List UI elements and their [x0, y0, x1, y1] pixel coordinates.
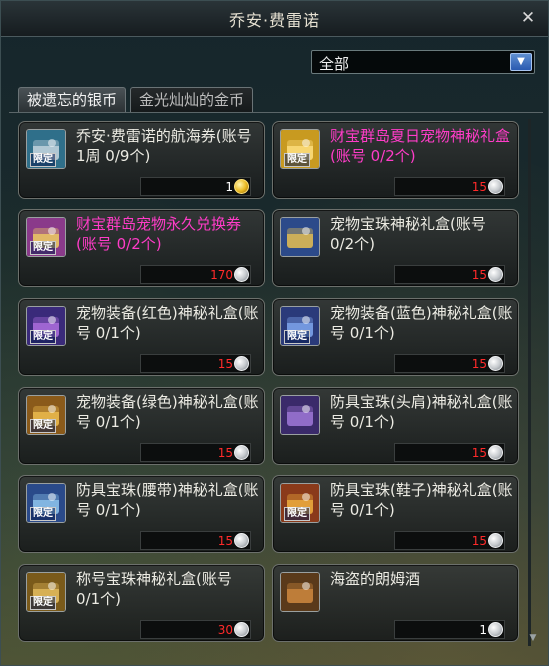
price-box: 15 — [140, 531, 251, 550]
price-value: 15 — [471, 357, 487, 371]
item-name: 财宝群岛宠物永久兑换券(账号 0/2个) — [76, 215, 242, 253]
shop-item-card[interactable]: 海盗的朗姆酒 1 — [272, 564, 519, 642]
scrollbar-track — [528, 119, 531, 646]
price-value: 15 — [217, 534, 233, 548]
tab-divider — [9, 112, 543, 113]
item-name: 财宝群岛夏日宠物神秘礼盒(账号 0/2个) — [330, 127, 511, 165]
item-name: 宠物装备(红色)神秘礼盒(账号 0/1个) — [76, 304, 259, 342]
price-value: 1 — [479, 623, 487, 637]
shop-item-card[interactable]: 限定 乔安·费雷诺的航海券(账号1周 0/9个) 1 — [18, 121, 265, 199]
mystery-box-icon — [280, 395, 320, 435]
scroll-box-icon: 限定 — [26, 572, 66, 612]
item-name: 海盗的朗姆酒 — [330, 570, 421, 588]
filter-value: 全部 — [319, 55, 350, 73]
price-box: 15 — [394, 443, 505, 462]
mystery-box-icon: 限定 — [280, 306, 320, 346]
price-value: 15 — [217, 446, 233, 460]
shop-item-card[interactable]: 限定 称号宝珠神秘礼盒(账号 0/1个) 30 — [18, 564, 265, 642]
window-title: 乔安·费雷诺 — [228, 10, 321, 30]
gift-box-icon: 限定 — [280, 129, 320, 169]
limited-badge: 限定 — [30, 596, 56, 610]
item-name: 宠物装备(绿色)神秘礼盒(账号 0/1个) — [76, 393, 259, 431]
price-box: 170 — [140, 265, 251, 284]
scroll-down-icon[interactable]: ▼ — [527, 632, 539, 644]
silver-coin-icon — [488, 179, 503, 194]
price-box: 1 — [394, 620, 505, 639]
coupon-icon: 限定 — [26, 217, 66, 257]
shop-item-card[interactable]: 限定 防具宝珠(腰带)神秘礼盒(账号 0/1个) 15 — [18, 475, 265, 553]
currency-tabs: 被遗忘的银币 金光灿灿的金币 — [18, 87, 257, 113]
price-value: 1 — [225, 180, 233, 194]
limited-badge: 限定 — [30, 330, 56, 344]
limited-badge: 限定 — [284, 330, 310, 344]
limited-badge: 限定 — [30, 153, 56, 167]
price-value: 15 — [471, 268, 487, 282]
rum-barrel-icon — [280, 572, 320, 612]
silver-coin-icon — [234, 533, 249, 548]
limited-badge: 限定 — [30, 241, 56, 255]
price-value: 30 — [217, 623, 233, 637]
item-name: 称号宝珠神秘礼盒(账号 0/1个) — [76, 570, 232, 608]
silver-coin-icon — [488, 622, 503, 637]
silver-coin-icon — [488, 267, 503, 282]
item-art — [281, 573, 319, 611]
shop-window: 乔安·费雷诺 ✕ 全部 ▼ 被遗忘的银币 金光灿灿的金币 限定 乔安·费雷诺的航海… — [0, 0, 549, 666]
silver-coin-icon — [488, 533, 503, 548]
treasure-chest-icon: 限定 — [280, 483, 320, 523]
tab-shiny-gold[interactable]: 金光灿灿的金币 — [130, 87, 254, 113]
price-box: 15 — [394, 177, 505, 196]
shop-item-card[interactable]: 限定 宠物装备(红色)神秘礼盒(账号 0/1个) 15 — [18, 298, 265, 376]
silver-coin-icon — [234, 356, 249, 371]
price-value: 15 — [471, 180, 487, 194]
silver-coin-icon — [234, 267, 249, 282]
item-name: 防具宝珠(腰带)神秘礼盒(账号 0/1个) — [76, 481, 259, 519]
price-box: 30 — [140, 620, 251, 639]
item-name: 乔安·费雷诺的航海券(账号1周 0/9个) — [76, 127, 252, 165]
ticket-icon: 限定 — [26, 129, 66, 169]
orb-box-icon — [280, 217, 320, 257]
tab-forgotten-silver[interactable]: 被遗忘的银币 — [18, 87, 127, 113]
price-box: 15 — [394, 265, 505, 284]
shop-item-card[interactable]: 防具宝珠(头肩)神秘礼盒(账号 0/1个) 15 — [272, 387, 519, 465]
close-icon[interactable]: ✕ — [518, 8, 538, 28]
shop-item-card[interactable]: 限定 宠物装备(蓝色)神秘礼盒(账号 0/1个) 15 — [272, 298, 519, 376]
item-name: 防具宝珠(头肩)神秘礼盒(账号 0/1个) — [330, 393, 513, 431]
shop-item-card[interactable]: 限定 防具宝珠(鞋子)神秘礼盒(账号 0/1个) 15 — [272, 475, 519, 553]
title-bar[interactable]: 乔安·费雷诺 ✕ — [1, 1, 548, 37]
price-value: 15 — [471, 446, 487, 460]
shop-item-card[interactable]: 限定 宠物装备(绿色)神秘礼盒(账号 0/1个) 15 — [18, 387, 265, 465]
limited-badge: 限定 — [284, 507, 310, 521]
price-value: 15 — [471, 534, 487, 548]
scrollbar[interactable] — [523, 119, 537, 646]
limited-badge: 限定 — [30, 507, 56, 521]
silver-coin-icon — [488, 356, 503, 371]
limited-badge: 限定 — [30, 419, 56, 433]
silver-coin-icon — [234, 445, 249, 460]
filter-dropdown[interactable]: 全部 ▼ — [311, 50, 535, 74]
dropdown-arrow-icon[interactable]: ▼ — [510, 53, 532, 71]
mystery-box-icon: 限定 — [26, 306, 66, 346]
limited-badge: 限定 — [284, 153, 310, 167]
shop-item-card[interactable]: 限定 财宝群岛夏日宠物神秘礼盒(账号 0/2个) 15 — [272, 121, 519, 199]
price-box: 15 — [394, 531, 505, 550]
treasure-chest-icon: 限定 — [26, 395, 66, 435]
silver-coin-icon — [234, 622, 249, 637]
price-value: 170 — [210, 268, 233, 282]
gem-box-icon: 限定 — [26, 483, 66, 523]
price-box: 15 — [140, 354, 251, 373]
shop-item-card[interactable]: 限定 财宝群岛宠物永久兑换券(账号 0/2个) 170 — [18, 209, 265, 287]
price-box: 15 — [140, 443, 251, 462]
price-box: 15 — [394, 354, 505, 373]
price-box: 1 — [140, 177, 251, 196]
shop-item-card[interactable]: 宠物宝珠神秘礼盒(账号 0/2个) 15 — [272, 209, 519, 287]
item-name: 宠物装备(蓝色)神秘礼盒(账号 0/1个) — [330, 304, 513, 342]
item-art — [281, 396, 319, 434]
gold-coin-icon — [234, 179, 249, 194]
item-name: 宠物宝珠神秘礼盒(账号 0/2个) — [330, 215, 486, 253]
item-name: 防具宝珠(鞋子)神秘礼盒(账号 0/1个) — [330, 481, 513, 519]
price-value: 15 — [217, 357, 233, 371]
item-art — [281, 218, 319, 256]
silver-coin-icon — [488, 445, 503, 460]
